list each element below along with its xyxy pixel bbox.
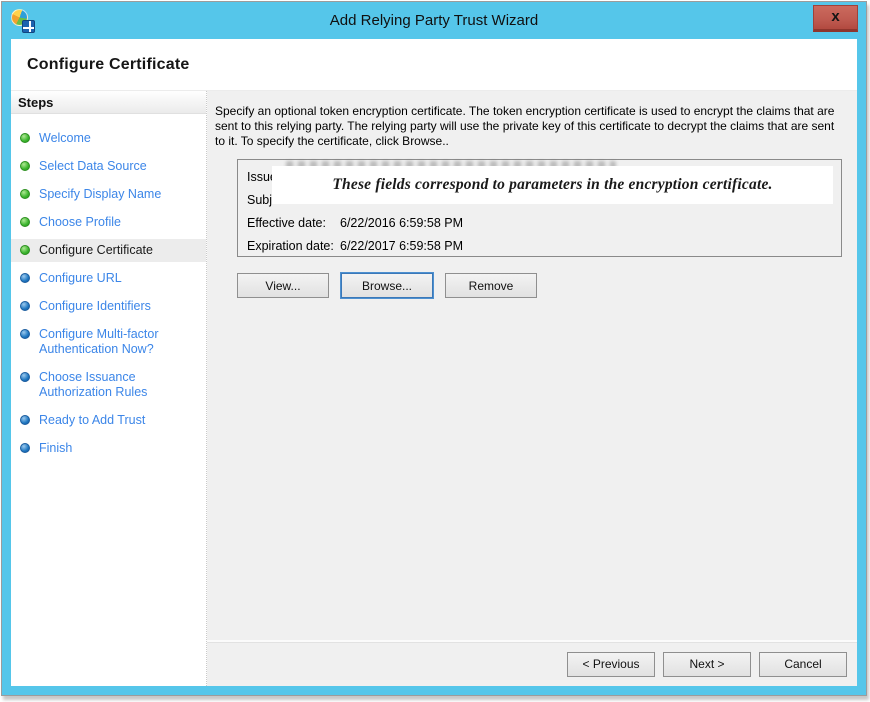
window-title: Add Relying Party Trust Wizard bbox=[2, 2, 866, 39]
remove-button[interactable]: Remove bbox=[445, 273, 537, 298]
view-button[interactable]: View... bbox=[237, 273, 329, 298]
screenshot-stage: Add Relying Party Trust Wizard x Configu… bbox=[0, 0, 870, 702]
close-button[interactable]: x bbox=[813, 5, 858, 32]
page-header: Configure Certificate bbox=[11, 39, 857, 91]
title-bar: Add Relying Party Trust Wizard x bbox=[2, 2, 866, 39]
browse-button[interactable]: Browse... bbox=[341, 273, 433, 298]
expiration-date-value: 6/22/2017 6:59:58 PM bbox=[340, 239, 463, 253]
previous-button[interactable]: < Previous bbox=[567, 652, 655, 677]
step-status-icon bbox=[20, 245, 30, 255]
sidebar-item-configure-certificate: Configure Certificate bbox=[11, 239, 206, 262]
effective-date-label: Effective date: bbox=[247, 216, 340, 230]
steps-sidebar: Steps Welcome Select Data Source Spe bbox=[11, 91, 207, 686]
certificate-details-box: Issuer: Subject: Effective date: 6/22/20… bbox=[237, 159, 842, 257]
sidebar-item-configure-multi-factor: Configure Multi-factor Authentication No… bbox=[11, 323, 206, 361]
sidebar-item-ready-to-add-trust: Ready to Add Trust bbox=[11, 409, 206, 432]
expiration-date-label: Expiration date: bbox=[247, 239, 340, 253]
annotation-callout: These fields correspond to parameters in… bbox=[272, 166, 833, 204]
page-description: Specify an optional token encryption cer… bbox=[215, 104, 843, 149]
sidebar-item-choose-issuance-rules: Choose Issuance Authorization Rules bbox=[11, 366, 206, 404]
step-status-icon bbox=[20, 329, 30, 339]
step-status-icon bbox=[20, 443, 30, 453]
steps-list: Welcome Select Data Source Specify Displ… bbox=[11, 114, 206, 460]
sidebar-item-configure-url: Configure URL bbox=[11, 267, 206, 290]
sidebar-item-select-data-source: Select Data Source bbox=[11, 155, 206, 178]
close-icon: x bbox=[831, 8, 839, 25]
step-status-icon bbox=[20, 372, 30, 382]
sidebar-item-specify-display-name: Specify Display Name bbox=[11, 183, 206, 206]
certificate-actions: View... Browse... Remove bbox=[237, 273, 847, 298]
main-content: Specify an optional token encryption cer… bbox=[207, 91, 857, 640]
step-status-icon bbox=[20, 301, 30, 311]
effective-date-value: 6/22/2016 6:59:58 PM bbox=[340, 216, 463, 230]
sidebar-item-welcome: Welcome bbox=[11, 127, 206, 150]
cancel-button[interactable]: Cancel bbox=[759, 652, 847, 677]
wizard-window: Add Relying Party Trust Wizard x Configu… bbox=[1, 1, 867, 696]
step-status-icon bbox=[20, 189, 30, 199]
step-status-icon bbox=[20, 415, 30, 425]
dialog-frame: Configure Certificate Steps Welcome Sele… bbox=[11, 39, 857, 686]
sidebar-item-choose-profile: Choose Profile bbox=[11, 211, 206, 234]
steps-header: Steps bbox=[11, 91, 206, 114]
step-status-icon bbox=[20, 133, 30, 143]
wizard-footer: < Previous Next > Cancel bbox=[207, 640, 857, 686]
page-title: Configure Certificate bbox=[27, 56, 189, 74]
next-button[interactable]: Next > bbox=[663, 652, 751, 677]
step-status-icon bbox=[20, 161, 30, 171]
step-status-icon bbox=[20, 217, 30, 227]
sidebar-item-configure-identifiers: Configure Identifiers bbox=[11, 295, 206, 318]
sidebar-item-finish: Finish bbox=[11, 437, 206, 460]
step-status-icon bbox=[20, 273, 30, 283]
